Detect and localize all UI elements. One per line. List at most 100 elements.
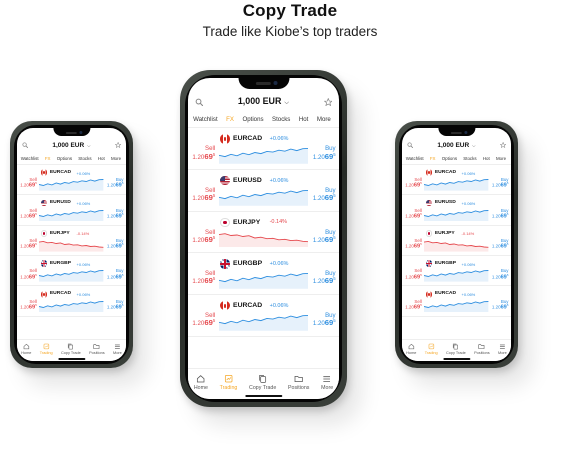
nav-home[interactable]: Home <box>194 374 208 399</box>
sell-quote[interactable]: Sell 1.20695 <box>404 238 422 250</box>
buy-quote[interactable]: Buy 1.20695 <box>106 177 124 189</box>
star-icon[interactable] <box>499 142 507 149</box>
instrument-row[interactable]: EURGBP +0.06% Sell 1.20695 Buy 1.20695 <box>188 253 339 296</box>
instrument-row[interactable]: EURCAD +0.06% Sell 1.20695 Buy 1.20695 <box>17 286 126 317</box>
account-balance-selector[interactable]: 1,000 EUR ⌵ <box>52 142 90 149</box>
instrument-symbol: EURJPY <box>434 230 455 236</box>
buy-quote[interactable]: Buy 1.20695 <box>491 208 509 220</box>
nav-positions[interactable]: Positions <box>288 374 309 399</box>
buy-quote[interactable]: Buy 1.20695 <box>312 270 336 286</box>
sell-quote[interactable]: Sell 1.20695 <box>19 177 37 189</box>
price-sparkline <box>424 209 489 222</box>
nav-home[interactable]: Home <box>406 343 416 361</box>
buy-quote[interactable]: Buy 1.20695 <box>491 299 509 311</box>
tab-options[interactable]: Options <box>242 116 263 123</box>
tab-more[interactable]: More <box>317 116 331 123</box>
trading-icon <box>428 343 434 349</box>
sell-quote[interactable]: Sell 1.20695 <box>404 177 422 189</box>
buy-quote[interactable]: Buy 1.20695 <box>106 268 124 280</box>
nav-label: Home <box>193 384 208 391</box>
search-icon[interactable] <box>195 98 204 107</box>
tab-fx[interactable]: FX <box>45 156 51 161</box>
buy-quote[interactable]: Buy 1.20695 <box>312 187 336 203</box>
tab-more[interactable]: More <box>111 156 121 161</box>
sell-quote[interactable]: Sell 1.20695 <box>19 208 37 220</box>
nav-home[interactable]: Home <box>21 343 31 361</box>
nav-positions[interactable]: Positions <box>89 343 105 361</box>
sell-quote[interactable]: Sell 1.20695 <box>19 238 37 250</box>
instrument-row[interactable]: EURGBP +0.06% Sell 1.20695 Buy 1.20695 <box>17 256 126 287</box>
speaker-grille <box>65 132 78 134</box>
buy-quote[interactable]: Buy 1.20695 <box>491 177 509 189</box>
sell-quote[interactable]: Sell 1.20695 <box>191 312 215 328</box>
tab-options[interactable]: Options <box>57 156 72 161</box>
search-icon[interactable] <box>22 142 29 149</box>
buy-quote[interactable]: Buy 1.20695 <box>106 299 124 311</box>
buy-quote[interactable]: Buy 1.20695 <box>312 145 336 161</box>
nav-more[interactable]: More <box>113 343 122 361</box>
phone-bezel: 1,000 EUR ⌵ Watchlist FX Options Stocks Hot Mo… <box>399 125 514 364</box>
instrument-row[interactable]: EURCAD +0.06% Sell 1.20695 Buy 1.20695 <box>402 165 511 196</box>
sell-quote[interactable]: Sell 1.20695 <box>404 268 422 280</box>
instrument-row[interactable]: EURUSD +0.06% Sell 1.20695 Buy 1.20695 <box>17 195 126 226</box>
tab-stocks[interactable]: Stocks <box>272 116 290 123</box>
menu-icon <box>499 344 505 349</box>
sell-quote[interactable]: Sell 1.20695 <box>191 145 215 161</box>
tab-stocks[interactable]: Stocks <box>463 156 476 161</box>
buy-price: 1.20695 <box>491 272 509 281</box>
instrument-row[interactable]: EURCAD +0.06% Sell 1.20695 Buy 1.20695 <box>188 295 339 337</box>
buy-quote[interactable]: Buy 1.20695 <box>106 238 124 250</box>
instrument-row[interactable]: EURJPY -0.14% Sell 1.20695 Buy 1.20695 <box>17 226 126 257</box>
sell-quote[interactable]: Sell 1.20695 <box>19 268 37 280</box>
nav-trading[interactable]: Trading <box>40 343 53 361</box>
change-percent: -0.14% <box>461 231 475 237</box>
nav-trading[interactable]: Trading <box>220 374 237 399</box>
instrument-row[interactable]: EURJPY -0.14% Sell 1.20695 Buy 1.20695 <box>188 212 339 254</box>
instrument-row[interactable]: EURJPY -0.14% Sell 1.20695 Buy 1.20695 <box>402 226 511 257</box>
tab-hot[interactable]: Hot <box>98 156 105 161</box>
nav-positions[interactable]: Positions <box>474 343 490 361</box>
buy-quote[interactable]: Buy 1.20695 <box>106 208 124 220</box>
nav-more[interactable]: More <box>321 374 333 399</box>
account-balance-selector[interactable]: 1,000 EUR ⌵ <box>238 96 289 107</box>
buy-quote[interactable]: Buy 1.20695 <box>491 268 509 281</box>
account-balance: 1,000 EUR <box>237 96 282 107</box>
star-icon[interactable] <box>323 97 333 107</box>
instrument-symbol: EURUSD <box>434 200 456 206</box>
instrument-row[interactable]: EURUSD +0.06% Sell 1.20695 Buy 1.20695 <box>402 195 511 226</box>
tab-fx[interactable]: FX <box>430 156 436 161</box>
sell-quote[interactable]: Sell 1.20695 <box>19 299 37 311</box>
buy-quote[interactable]: Buy 1.20695 <box>312 312 336 328</box>
instrument-row[interactable]: EURGBP +0.06% Sell 1.20695 Buy 1.20695 <box>402 256 511 287</box>
nav-more[interactable]: More <box>498 343 507 361</box>
buy-quote[interactable]: Buy 1.20695 <box>491 238 509 250</box>
star-icon[interactable] <box>114 142 122 149</box>
copy-icon <box>453 343 459 350</box>
instrument-row[interactable]: EURCAD +0.06% Sell 1.20695 Buy 1.20695 <box>188 128 339 171</box>
tab-watchlist[interactable]: Watchlist <box>193 116 218 123</box>
sell-quote[interactable]: Sell 1.20695 <box>404 208 422 220</box>
change-percent: -0.14% <box>269 219 288 226</box>
sell-quote[interactable]: Sell 1.20695 <box>191 187 215 203</box>
sell-quote[interactable]: Sell 1.20695 <box>191 270 215 286</box>
instrument-row[interactable]: EURCAD +0.06% Sell 1.20695 Buy 1.20695 <box>17 165 126 196</box>
nav-trading[interactable]: Trading <box>425 343 438 361</box>
instrument-symbol: EURGBP <box>434 261 457 267</box>
tab-hot[interactable]: Hot <box>299 116 309 123</box>
tab-watchlist[interactable]: Watchlist <box>21 156 39 161</box>
account-balance-selector[interactable]: 1,000 EUR ⌵ <box>437 142 475 149</box>
sell-price: 1.20695 <box>192 276 216 286</box>
tab-stocks[interactable]: Stocks <box>78 156 91 161</box>
buy-price: 1.20695 <box>106 181 124 189</box>
tab-hot[interactable]: Hot <box>483 156 490 161</box>
buy-quote[interactable]: Buy 1.20695 <box>312 229 336 245</box>
tab-watchlist[interactable]: Watchlist <box>406 156 424 161</box>
instrument-row[interactable]: EURUSD +0.06% Sell 1.20695 Buy 1.20695 <box>188 170 339 212</box>
sell-quote[interactable]: Sell 1.20695 <box>191 229 215 245</box>
sell-quote[interactable]: Sell 1.20695 <box>404 299 422 311</box>
tab-more[interactable]: More <box>496 156 506 161</box>
tab-fx[interactable]: FX <box>226 116 234 123</box>
search-icon[interactable] <box>407 142 414 149</box>
tab-options[interactable]: Options <box>442 156 457 161</box>
instrument-row[interactable]: EURCAD +0.06% Sell 1.20695 Buy 1.20695 <box>402 286 511 317</box>
